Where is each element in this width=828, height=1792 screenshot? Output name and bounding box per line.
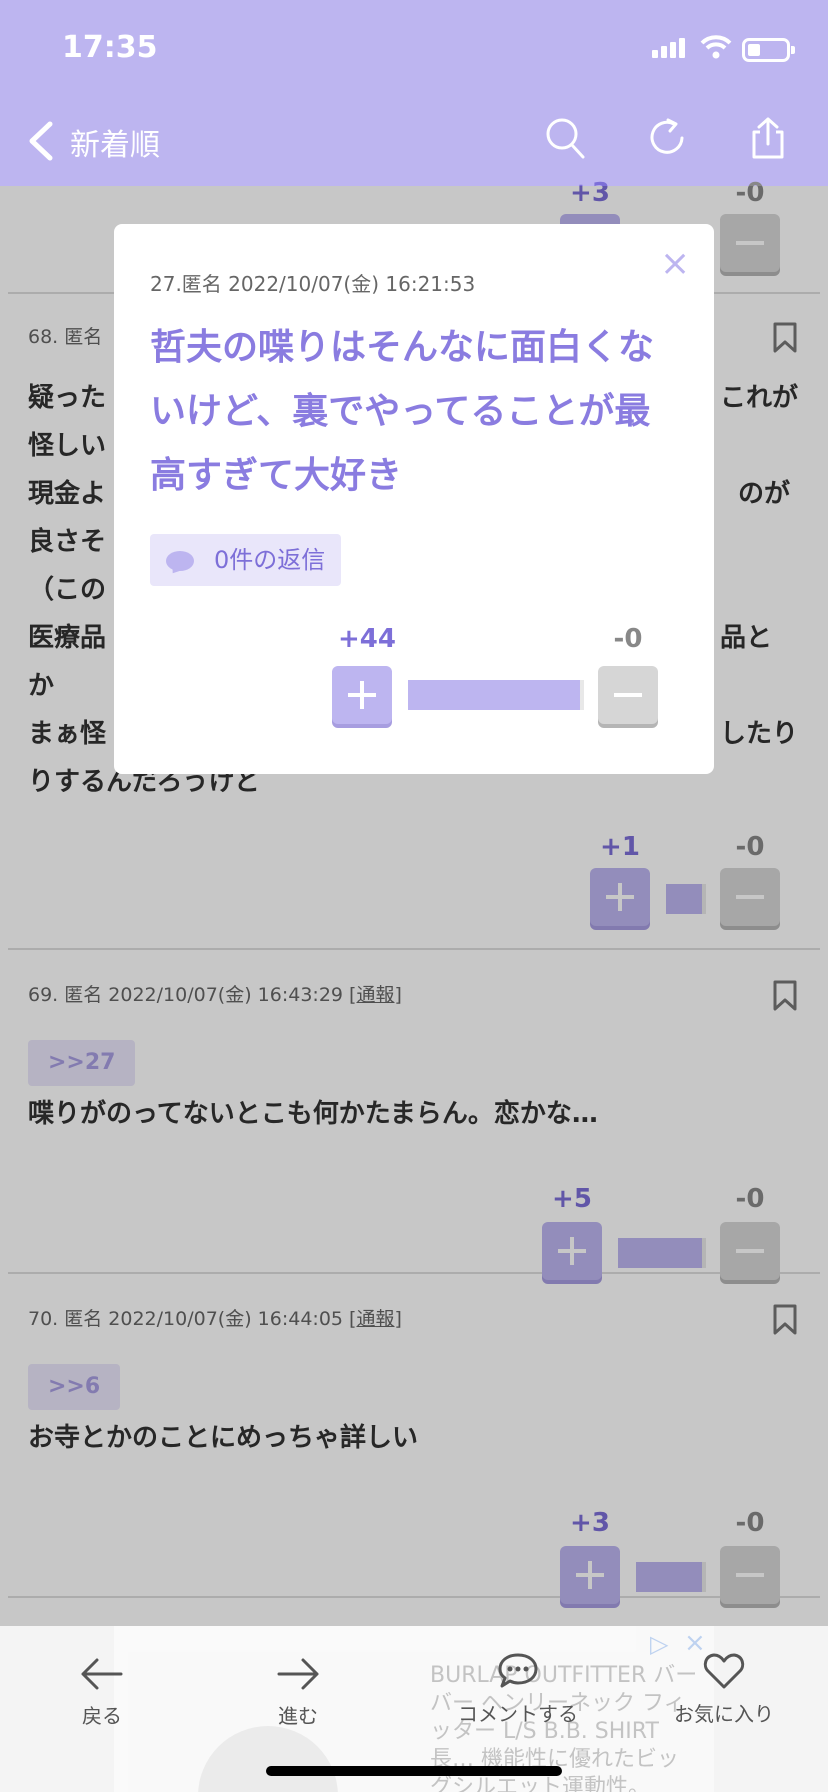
signal-icon <box>652 38 688 58</box>
search-icon[interactable] <box>544 116 586 160</box>
modal-comment-text: 哲夫の喋りはそんなに面白くないけど、裏でやってることが最高すぎて大好き <box>150 327 655 496</box>
replies-button[interactable]: 0件の返信 <box>150 534 342 586</box>
comment-icon <box>498 1653 538 1688</box>
comment-button[interactable]: コメントする <box>458 1652 578 1727</box>
close-icon[interactable]: × <box>660 246 690 282</box>
reload-icon[interactable] <box>648 116 688 160</box>
back-chevron-icon[interactable] <box>24 118 64 164</box>
back-button-label: 戻る <box>82 1704 122 1728</box>
back-button[interactable]: 戻る <box>42 1656 162 1729</box>
home-indicator <box>266 1766 562 1776</box>
header: 17:35 新着順 <box>0 0 828 186</box>
comment-button-label: コメントする <box>458 1702 578 1726</box>
forward-button-label: 進む <box>278 1704 318 1728</box>
battery-icon <box>742 38 795 62</box>
plus-count: +44 <box>338 624 396 654</box>
heart-icon <box>703 1653 745 1689</box>
vote-bar <box>408 680 584 710</box>
status-time: 17:35 <box>62 30 158 65</box>
arrow-right-icon <box>277 1658 319 1690</box>
favorite-button[interactable]: お気に入り <box>664 1652 784 1727</box>
minus-button[interactable] <box>598 666 658 724</box>
wifi-icon <box>700 35 732 59</box>
comment-modal: × 27.匿名 2022/10/07(金) 16:21:53 哲夫の喋りはそんな… <box>114 224 714 774</box>
arrow-left-icon <box>81 1658 123 1690</box>
speech-bubble-icon <box>166 551 194 571</box>
favorite-button-label: お気に入り <box>674 1702 774 1726</box>
modal-meta: 27.匿名 2022/10/07(金) 16:21:53 <box>150 272 476 296</box>
minus-count: -0 <box>613 624 643 654</box>
forward-button[interactable]: 進む <box>238 1656 358 1729</box>
back-label[interactable]: 新着順 <box>70 120 160 164</box>
replies-label: 0件の返信 <box>214 546 326 574</box>
ad-image <box>198 1726 338 1792</box>
share-icon[interactable] <box>748 116 788 160</box>
plus-button[interactable] <box>332 666 392 724</box>
